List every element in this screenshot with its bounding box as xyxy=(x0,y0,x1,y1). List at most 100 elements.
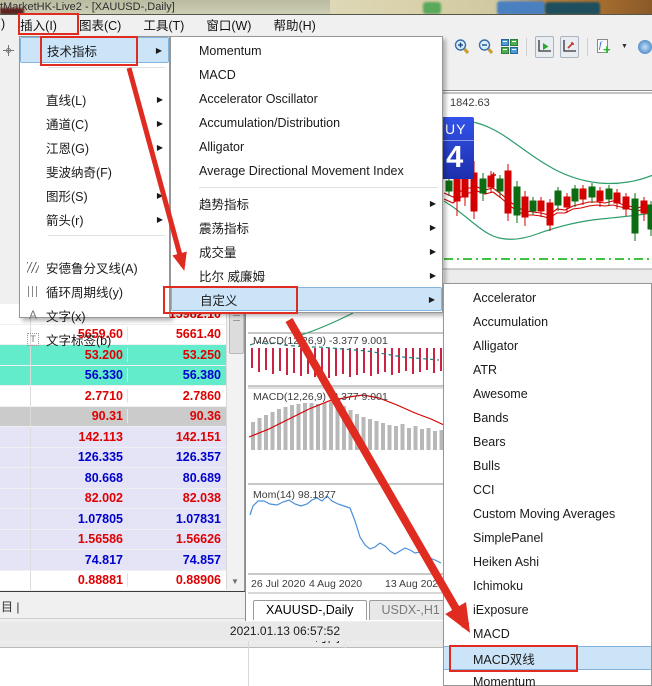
menu-item[interactable]: iExposure ▶ xyxy=(444,598,651,622)
menu-item[interactable]: Alligator ▶ xyxy=(444,334,651,358)
menu-item[interactable]: MACD双线 ▶ xyxy=(444,646,651,670)
menu-item[interactable]: 趋势指标 ▶ xyxy=(171,191,442,215)
menu-bar-item[interactable]: 图表(C) xyxy=(68,14,132,35)
menu-item[interactable]: CCI ▶ xyxy=(444,478,651,502)
zoom-out-button[interactable] xyxy=(477,37,495,57)
menu-item-label: MACD xyxy=(199,68,420,82)
menu-bar-item[interactable]: 帮助(H) xyxy=(262,14,326,35)
zoom-in-button[interactable] xyxy=(453,37,471,57)
menu-item-label: 震荡指标 xyxy=(199,218,420,237)
chart-shift-icon xyxy=(562,39,577,54)
chart-tab[interactable]: XAUUSD-,Daily xyxy=(253,600,367,620)
market-watch-row[interactable]: 0.88881 0.88906 xyxy=(0,571,244,592)
menu-item[interactable]: Accumulation/Distribution ▶ xyxy=(171,111,442,135)
menu-item[interactable]: 江恩(G) ▶ xyxy=(20,135,169,159)
scroll-down-icon[interactable]: ▼ xyxy=(229,576,241,588)
menu-item[interactable]: Bears ▶ xyxy=(444,430,651,454)
menu-item-label: 江恩(G) xyxy=(46,138,147,157)
scrollbar-thumb[interactable] xyxy=(229,310,244,354)
menu-item-label: Average Directional Movement Index xyxy=(199,164,420,178)
menu-item-label: Ichimoku xyxy=(473,579,629,593)
globe-icon[interactable] xyxy=(638,40,652,54)
menu-item[interactable]: 安德鲁分叉线(A) ▶ xyxy=(20,255,169,279)
menu-item[interactable]: MACD ▶ xyxy=(171,63,442,87)
symbol-cell xyxy=(0,530,31,550)
menu-item[interactable]: ▶ xyxy=(171,183,442,191)
menu-item[interactable]: Heiken Ashi ▶ xyxy=(444,550,651,574)
market-watch-row[interactable]: 126.335 126.357 xyxy=(0,448,244,469)
menu-item[interactable]: ▶ xyxy=(20,63,169,87)
menu-item[interactable]: 通道(C) ▶ xyxy=(20,111,169,135)
menu-item[interactable]: Bands ▶ xyxy=(444,406,651,430)
menu-bar-item[interactable]: 窗口(W) xyxy=(195,14,262,35)
menu-item[interactable]: Momentum ▶ xyxy=(444,670,651,686)
menu-item[interactable]: MACD ▶ xyxy=(444,622,651,646)
menu-item[interactable]: 斐波纳奇(F) ▶ xyxy=(20,159,169,183)
menu-item[interactable]: Average Directional Movement Index ▶ xyxy=(171,159,442,183)
menu-item[interactable]: Accelerator ▶ xyxy=(444,286,651,310)
buy-button[interactable]: UY 4 xyxy=(443,117,474,179)
auto-scroll-icon xyxy=(537,39,552,54)
market-watch-row[interactable]: 56.330 56.380 xyxy=(0,366,244,387)
menu-item[interactable]: 成交量 ▶ xyxy=(171,239,442,263)
application-window: tMarketHK-Live2 - [XAUUSD-,Daily] )插入(I)… xyxy=(0,0,652,686)
menu-bar-item[interactable]: ) xyxy=(0,16,9,32)
menu-item[interactable]: ▶ xyxy=(20,231,169,255)
chart-tab[interactable]: USDX-,H1 xyxy=(369,600,453,620)
time-cell: 2021.01.13 06:57:52 xyxy=(120,624,340,638)
add-indicator-dropdown-icon[interactable]: ▼ xyxy=(621,43,628,50)
menu-item[interactable]: 箭头(r) ▶ xyxy=(20,207,169,231)
tile-windows-button[interactable] xyxy=(501,37,518,57)
menu-item[interactable]: Ichimoku ▶ xyxy=(444,574,651,598)
menu-item-label: 循环周期线(y) xyxy=(46,282,147,301)
market-watch-row[interactable]: 82.002 82.038 xyxy=(0,489,244,510)
menu-item[interactable]: 技术指标 ▶ xyxy=(20,37,169,63)
market-watch-row[interactable]: 74.817 74.857 xyxy=(0,550,244,571)
add-indicator-button[interactable]: f + xyxy=(596,37,615,57)
menu-item[interactable]: SimplePanel ▶ xyxy=(444,526,651,550)
menu-item[interactable]: 循环周期线(y) ▶ xyxy=(20,279,169,303)
menu-item-icon xyxy=(20,262,46,273)
menu-item[interactable]: A 文字(x) ▶ xyxy=(20,303,169,327)
zoom-out-icon xyxy=(477,38,495,56)
menu-item-label: CCI xyxy=(473,483,629,497)
menu-item-icon: T xyxy=(20,333,46,346)
menu-item-icon xyxy=(20,286,46,297)
market-watch-partial-tab[interactable]: 目 | xyxy=(1,598,19,615)
market-watch-row[interactable]: 90.31 90.36 xyxy=(0,407,244,428)
menu-item[interactable]: 比尔 威廉姆 ▶ xyxy=(171,263,442,287)
menu-bar-item[interactable]: 工具(T) xyxy=(132,14,195,35)
market-watch-scrollbar[interactable] xyxy=(226,304,244,590)
market-watch-row[interactable]: 80.668 80.689 xyxy=(0,468,244,489)
menu-item[interactable]: 震荡指标 ▶ xyxy=(171,215,442,239)
menu-item[interactable]: Accumulation ▶ xyxy=(444,310,651,334)
bid-cell: 90.31 xyxy=(31,409,128,423)
market-watch-row[interactable]: 142.113 142.151 xyxy=(0,427,244,448)
market-watch-row[interactable]: 1.56586 1.56626 xyxy=(0,530,244,551)
menu-item-label: Alligator xyxy=(473,339,629,353)
menu-item[interactable]: Momentum ▶ xyxy=(171,39,442,63)
menu-item[interactable]: 图形(S) ▶ xyxy=(20,183,169,207)
submenu-arrow-icon: ▶ xyxy=(430,271,436,280)
ask-cell: 1.56626 xyxy=(128,532,225,546)
menu-item-label: 斐波纳奇(F) xyxy=(46,162,147,181)
auto-scroll-button[interactable] xyxy=(535,36,554,58)
left-toolbar-strip xyxy=(0,33,19,313)
symbol-cell xyxy=(0,407,31,427)
desktop-background xyxy=(330,0,652,15)
menu-item[interactable]: T 文字标签(b) ▶ xyxy=(20,327,169,351)
menu-item[interactable]: Custom Moving Averages ▶ xyxy=(444,502,651,526)
market-watch-row[interactable]: 2.7710 2.7860 xyxy=(0,386,244,407)
crosshair-icon[interactable] xyxy=(2,44,15,57)
menu-bar-item[interactable]: 插入(I) xyxy=(9,14,68,35)
chart-shift-button[interactable] xyxy=(560,36,579,58)
menu-item[interactable]: 直线(L) ▶ xyxy=(20,87,169,111)
menu-item[interactable]: ATR ▶ xyxy=(444,358,651,382)
menu-item[interactable]: Accelerator Oscillator ▶ xyxy=(171,87,442,111)
market-watch-row[interactable]: 1.07805 1.07831 xyxy=(0,509,244,530)
price-label: 1842.63 xyxy=(450,97,490,109)
menu-item[interactable]: Awesome ▶ xyxy=(444,382,651,406)
menu-item[interactable]: 自定义 ▶ xyxy=(171,287,442,311)
menu-item[interactable]: Bulls ▶ xyxy=(444,454,651,478)
menu-item[interactable]: Alligator ▶ xyxy=(171,135,442,159)
